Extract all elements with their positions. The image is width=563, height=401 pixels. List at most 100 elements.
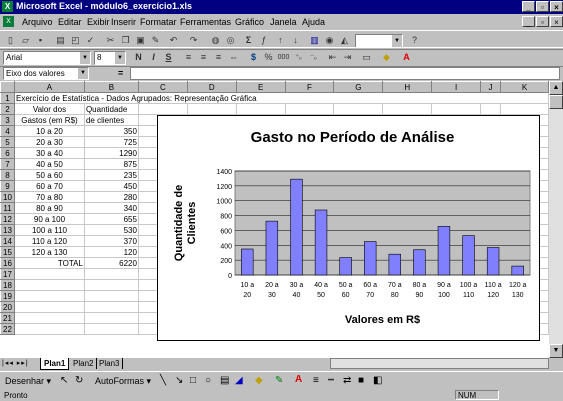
row-header[interactable]: 1 — [0, 92, 15, 104]
align-left-icon[interactable]: ≡ — [182, 51, 195, 64]
doc-minimize-button[interactable]: _ — [522, 16, 535, 27]
scroll-thumb[interactable] — [549, 95, 563, 109]
sort-ascending-icon[interactable]: ↑ — [274, 34, 287, 47]
row-header[interactable]: 8 — [0, 169, 15, 181]
cell[interactable] — [235, 103, 286, 115]
row-header[interactable]: 7 — [0, 158, 15, 170]
font-name-combo[interactable]: Arial ▼ — [3, 51, 91, 65]
header-cell[interactable]: Valor dos — [13, 103, 85, 115]
row-header[interactable]: 12 — [0, 213, 15, 225]
new-icon[interactable]: ▯ — [4, 34, 17, 47]
arrow-style-icon[interactable]: ⇄ — [343, 375, 351, 386]
name-box[interactable]: Eixo dos valores ▼ — [3, 67, 89, 80]
sort-descending-icon[interactable]: ↓ — [289, 34, 302, 47]
range-cell[interactable]: 110 a 120 — [13, 235, 85, 247]
cell[interactable] — [137, 103, 188, 115]
cell[interactable] — [13, 312, 85, 324]
chart-wizard-icon[interactable]: ▥ — [308, 34, 321, 47]
rectangle-icon[interactable]: □ — [190, 375, 196, 386]
workbook-icon[interactable]: X — [3, 16, 14, 27]
line-icon[interactable]: ╲ — [160, 375, 166, 386]
select-pointer-icon[interactable]: ↖ — [60, 375, 68, 386]
cell[interactable] — [83, 279, 139, 291]
cell[interactable] — [83, 290, 139, 302]
column-header[interactable]: D — [186, 81, 237, 93]
tab-plan2[interactable]: Plan2 — [70, 358, 98, 369]
chart-area[interactable]: Gasto no Período de Análise Quantidade de… — [157, 115, 540, 341]
decrease-decimal-icon[interactable]: ⁻₀ — [307, 51, 320, 64]
count-cell[interactable]: 280 — [83, 191, 139, 203]
header-cell[interactable]: de clientes — [83, 114, 139, 126]
chevron-down-icon[interactable]: ▼ — [80, 52, 90, 64]
row-header[interactable]: 21 — [0, 312, 15, 324]
doc-close-button[interactable]: × — [550, 16, 563, 27]
header-cell[interactable]: Quantidade — [83, 103, 139, 115]
count-cell[interactable]: 530 — [83, 224, 139, 236]
chevron-down-icon[interactable]: ▼ — [78, 68, 88, 79]
italic-button[interactable]: I — [147, 51, 160, 64]
count-cell[interactable]: 875 — [83, 158, 139, 170]
count-cell[interactable]: 350 — [83, 125, 139, 137]
save-icon[interactable]: ▪ — [34, 34, 47, 47]
chevron-down-icon[interactable]: ▼ — [392, 35, 402, 47]
minimize-button[interactable]: _ — [522, 1, 535, 12]
menu-grafico[interactable]: Gráfico — [235, 17, 264, 27]
count-cell[interactable]: 120 — [83, 246, 139, 258]
column-header[interactable]: K — [500, 81, 549, 93]
autosum-icon[interactable]: Σ — [242, 34, 255, 47]
row-header[interactable]: 15 — [0, 246, 15, 258]
cell[interactable] — [431, 103, 482, 115]
horizontal-scrollbar[interactable] — [330, 358, 549, 369]
range-cell[interactable]: 60 a 70 — [13, 180, 85, 192]
menu-inserir[interactable]: Inserir — [111, 17, 136, 27]
scroll-up-icon[interactable]: ▲ — [549, 81, 563, 95]
undo-icon[interactable]: ↶ — [167, 34, 180, 47]
column-header[interactable]: A — [13, 81, 85, 93]
count-cell[interactable]: 725 — [83, 136, 139, 148]
paste-function-icon[interactable]: ƒ — [257, 34, 270, 47]
column-header[interactable]: F — [284, 81, 335, 93]
shadow-icon[interactable]: ■ — [358, 375, 364, 386]
range-cell[interactable]: 50 a 60 — [13, 169, 85, 181]
row-header[interactable]: 16 — [0, 257, 15, 269]
menu-formatar[interactable]: Formatar — [140, 17, 177, 27]
autoshapes-menu-button[interactable]: AutoFormas ▾ — [95, 376, 151, 387]
cell[interactable] — [500, 103, 549, 115]
count-cell[interactable]: 450 — [83, 180, 139, 192]
tab-nav-icon[interactable]: |◂◂ ▸▸| — [2, 359, 29, 367]
cell[interactable] — [382, 103, 433, 115]
underline-button[interactable]: S — [162, 51, 175, 64]
cell[interactable] — [13, 323, 85, 335]
count-cell[interactable]: 370 — [83, 235, 139, 247]
total-value-cell[interactable]: 6220 — [83, 257, 139, 269]
maximize-button[interactable]: ▫ — [536, 1, 549, 12]
font-color-icon[interactable]: A — [295, 374, 302, 385]
tab-plan1[interactable]: Plan1 — [40, 358, 70, 370]
format-painter-icon[interactable]: ✎ — [149, 34, 162, 47]
range-cell[interactable]: 10 a 20 — [13, 125, 85, 137]
thousands-button[interactable]: 000 — [277, 51, 290, 64]
cell[interactable] — [83, 268, 139, 280]
column-header[interactable]: J — [480, 81, 502, 93]
menu-editar[interactable]: Editar — [58, 17, 82, 27]
chevron-down-icon[interactable]: ▼ — [115, 52, 125, 64]
increase-decimal-icon[interactable]: ⁺₀ — [292, 51, 305, 64]
print-preview-icon[interactable]: ◰ — [69, 34, 82, 47]
help-icon[interactable]: ? — [408, 34, 421, 47]
cell[interactable] — [83, 301, 139, 313]
paste-icon[interactable]: ▣ — [134, 34, 147, 47]
web-toolbar-icon[interactable]: ◎ — [224, 34, 237, 47]
zoom-combo[interactable]: ▼ — [355, 34, 403, 48]
vertical-scrollbar[interactable]: ▲ ▼ — [549, 81, 563, 358]
line-style-icon[interactable]: ≡ — [313, 375, 319, 386]
cell[interactable] — [284, 103, 335, 115]
row-header[interactable]: 20 — [0, 301, 15, 313]
row-header[interactable]: 13 — [0, 224, 15, 236]
sheet-title-cell[interactable]: Exercício de Estatística - Dados Agrupad… — [13, 92, 549, 104]
cell[interactable] — [13, 290, 85, 302]
range-cell[interactable]: 120 a 130 — [13, 246, 85, 258]
text-box-icon[interactable]: ▤ — [220, 375, 229, 386]
tab-plan3[interactable]: Plan3 — [96, 358, 124, 369]
percent-icon[interactable]: % — [262, 51, 275, 64]
excel-app-icon[interactable]: X — [2, 1, 13, 12]
